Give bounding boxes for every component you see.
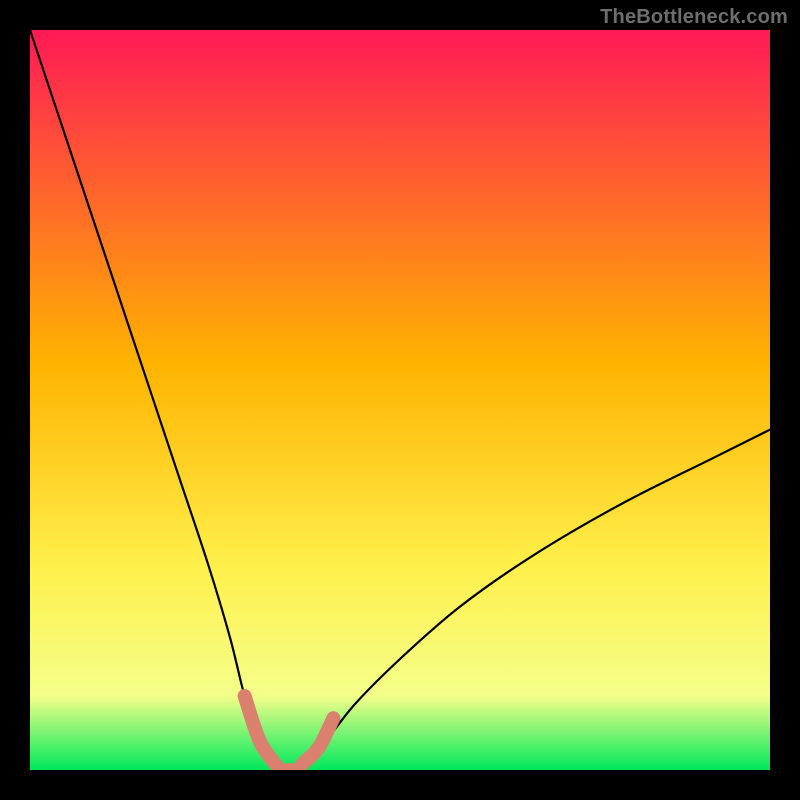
chart-plot-area [30,30,770,770]
watermark-text: TheBottleneck.com [600,6,788,29]
chart-svg [30,30,770,770]
chart-frame: TheBottleneck.com [0,0,800,800]
